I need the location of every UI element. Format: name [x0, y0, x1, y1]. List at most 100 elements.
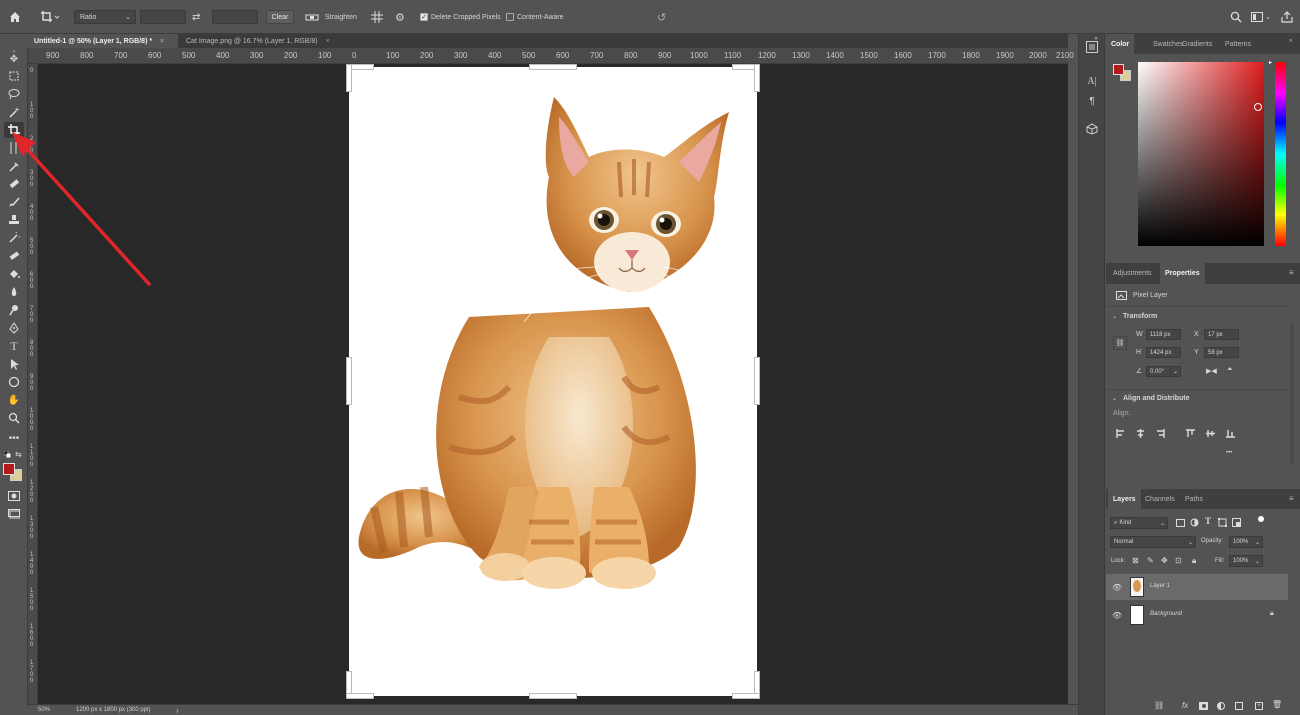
- layer-name[interactable]: Layer 1: [1150, 583, 1170, 589]
- swap-colors-icon[interactable]: ⇆: [15, 450, 22, 459]
- align-center-vertical-icon[interactable]: [1206, 429, 1215, 440]
- character-panel-icon[interactable]: A|: [1085, 74, 1099, 88]
- reset-icon[interactable]: ↺: [657, 0, 666, 34]
- filter-toggle[interactable]: [1258, 516, 1264, 522]
- foreground-color-swatch[interactable]: [3, 463, 15, 475]
- opacity-input[interactable]: 100% ⌄: [1229, 536, 1263, 548]
- workspace-icon[interactable]: [1251, 0, 1263, 34]
- crop-handle-top-left[interactable]: [346, 64, 352, 92]
- foreground-color-swatch[interactable]: [1113, 64, 1124, 75]
- screen-mode-icon[interactable]: [4, 506, 24, 522]
- type-tool-icon[interactable]: T: [4, 338, 24, 354]
- ratio-height-input[interactable]: [212, 10, 258, 24]
- height-input[interactable]: 1424 px: [1146, 347, 1181, 358]
- lock-position-icon[interactable]: ✥: [1161, 556, 1168, 565]
- close-icon[interactable]: ×: [160, 38, 164, 45]
- align-top-icon[interactable]: [1186, 429, 1195, 440]
- path-selection-tool-icon[interactable]: [4, 356, 24, 372]
- flip-horizontal-icon[interactable]: ▶◀: [1206, 367, 1217, 375]
- more-options-icon[interactable]: •••: [1226, 450, 1232, 456]
- filter-pixel-icon[interactable]: [1176, 519, 1185, 529]
- filter-type-icon[interactable]: T: [1205, 516, 1211, 526]
- overlay-grid-icon[interactable]: [371, 0, 383, 34]
- chevron-down-icon[interactable]: ⌄: [1265, 0, 1271, 34]
- ellipse-tool-icon[interactable]: [4, 374, 24, 390]
- ratio-width-input[interactable]: [140, 10, 186, 24]
- panel-menu-icon[interactable]: ≡: [1289, 268, 1296, 277]
- delete-layer-icon[interactable]: 🗑︎: [1272, 700, 1282, 709]
- transform-section-title[interactable]: Transform: [1123, 313, 1157, 320]
- crop-handle-bottom-right[interactable]: [732, 693, 760, 699]
- color-picker-field[interactable]: [1138, 62, 1264, 246]
- crop-handle-bottom-left[interactable]: [346, 693, 374, 699]
- move-tool-icon[interactable]: ✥: [4, 51, 24, 67]
- align-right-icon[interactable]: [1156, 429, 1165, 440]
- history-icon[interactable]: [1085, 40, 1099, 54]
- home-icon[interactable]: [8, 0, 22, 34]
- tab-paths[interactable]: Paths: [1180, 489, 1208, 509]
- align-bottom-icon[interactable]: [1226, 429, 1235, 440]
- new-layer-icon[interactable]: +: [1255, 702, 1263, 710]
- more-tools-icon[interactable]: •••: [4, 430, 24, 446]
- tab-layers[interactable]: Layers: [1108, 489, 1141, 509]
- magic-wand-tool-icon[interactable]: [4, 104, 24, 120]
- panel-menu-icon[interactable]: ≡: [1289, 494, 1296, 503]
- color-picker-cursor[interactable]: [1254, 103, 1262, 111]
- gear-icon[interactable]: ⚙: [395, 0, 405, 34]
- chevron-down-icon[interactable]: ⌄: [1169, 368, 1178, 375]
- tab-cat-image[interactable]: Cat Image.png @ 16.7% (Layer 1, RGB/8) ×: [180, 34, 350, 48]
- lock-transparent-icon[interactable]: ⊠: [1132, 556, 1139, 565]
- tab-adjustments[interactable]: Adjustments: [1108, 263, 1157, 284]
- delete-cropped-checkbox[interactable]: ✓ Delete Cropped Pixels: [420, 0, 501, 34]
- lock-icon[interactable]: 🔒︎: [1270, 610, 1274, 618]
- hand-tool-icon[interactable]: ✋: [4, 392, 24, 408]
- align-left-icon[interactable]: [1116, 429, 1125, 440]
- hue-slider[interactable]: [1275, 62, 1286, 246]
- y-input[interactable]: 58 px: [1204, 347, 1239, 358]
- visibility-eye-icon[interactable]: 👁︎: [1112, 611, 1122, 620]
- filter-kind-select[interactable]: ⌕ Kind ⌄: [1110, 517, 1168, 529]
- lock-artboard-icon[interactable]: ⊡: [1175, 556, 1182, 565]
- lock-all-icon[interactable]: 🔒︎: [1192, 556, 1196, 566]
- share-icon[interactable]: [1281, 0, 1293, 34]
- zoom-level[interactable]: 50%: [38, 707, 50, 713]
- filter-smart-object-icon[interactable]: [1232, 518, 1241, 529]
- crop-handle-right[interactable]: [754, 357, 760, 405]
- link-icon[interactable]: ⛓: [1113, 336, 1127, 350]
- blend-mode-select[interactable]: Normal ⌄: [1110, 536, 1196, 548]
- dodge-tool-icon[interactable]: [4, 302, 24, 318]
- collapse-panel-icon[interactable]: »: [1289, 38, 1296, 44]
- zoom-tool-icon[interactable]: [4, 410, 24, 426]
- align-center-horizontal-icon[interactable]: [1136, 429, 1145, 440]
- 3d-panel-icon[interactable]: [1085, 122, 1099, 136]
- width-input[interactable]: 1118 px: [1146, 329, 1181, 340]
- tab-gradients[interactable]: Gradients: [1177, 34, 1217, 54]
- tab-channels[interactable]: Channels: [1140, 489, 1180, 509]
- scrollbar[interactable]: [1290, 324, 1294, 464]
- filter-adjustment-icon[interactable]: [1190, 518, 1199, 529]
- swap-icon[interactable]: ⇄: [192, 0, 200, 34]
- tab-properties[interactable]: Properties: [1160, 263, 1205, 284]
- straighten-button[interactable]: Straighten: [305, 0, 357, 34]
- ratio-select[interactable]: Ratio ⌄: [74, 10, 136, 24]
- close-icon[interactable]: ×: [326, 38, 330, 45]
- hue-slider-handle-icon[interactable]: ▸: [1269, 59, 1272, 66]
- fx-icon[interactable]: fx: [1182, 701, 1188, 710]
- crop-handle-top[interactable]: [529, 64, 577, 70]
- visibility-eye-icon[interactable]: 👁︎: [1112, 583, 1122, 592]
- align-section-title[interactable]: Align and Distribute: [1123, 395, 1190, 402]
- crop-handle-left[interactable]: [346, 357, 352, 405]
- layer-name[interactable]: Background: [1150, 611, 1182, 617]
- status-menu-arrow[interactable]: ›: [176, 706, 179, 715]
- angle-input[interactable]: 0.00° ⌄: [1146, 366, 1181, 377]
- document-canvas[interactable]: [346, 64, 760, 699]
- x-input[interactable]: 17 px: [1204, 329, 1239, 340]
- chevron-down-icon[interactable]: ⌄: [1112, 395, 1117, 402]
- link-layers-icon[interactable]: ⛓: [1154, 701, 1164, 710]
- tab-untitled-1[interactable]: Untitled-1 @ 50% (Layer 1, RGB/8) * ×: [28, 34, 178, 48]
- layer-row-background[interactable]: 👁︎ Background 🔒︎: [1106, 602, 1288, 628]
- filter-shape-icon[interactable]: [1218, 518, 1227, 529]
- adjustment-layer-icon[interactable]: [1217, 702, 1225, 710]
- clear-button[interactable]: Clear: [266, 10, 294, 24]
- tab-patterns[interactable]: Patterns: [1220, 34, 1256, 54]
